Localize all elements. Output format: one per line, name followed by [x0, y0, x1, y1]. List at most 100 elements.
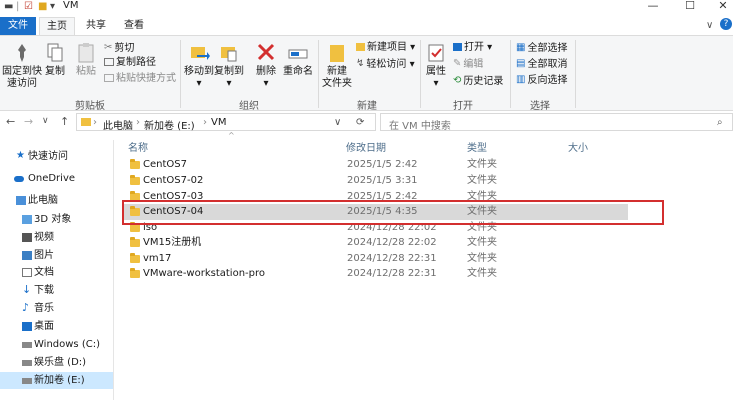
ribbon-divider — [420, 40, 421, 108]
move-to-icon — [191, 47, 210, 60]
copy-to-button[interactable]: 复制到 ▾ — [214, 42, 244, 90]
copy-path-icon — [104, 58, 114, 66]
history-button[interactable]: ⟲ 历史记录 — [453, 74, 503, 88]
delete-icon — [257, 43, 275, 61]
open-button[interactable]: 打开 ▾ — [453, 41, 492, 55]
folder-icon — [130, 175, 140, 185]
search-input[interactable]: 在 VM 中搜索 ⌕ — [380, 113, 733, 132]
nav-item-this-pc[interactable]: 此电脑 — [0, 192, 114, 209]
navigation-pane: ★ 快速访问 OneDrive 此电脑 3D 对象 视频 图片 文档 ↓ 下载 … — [0, 140, 114, 400]
tab-file[interactable]: 文件 — [0, 17, 36, 35]
nav-item-quick-access[interactable]: ★ 快速访问 — [0, 148, 114, 165]
file-type: 文件夹 — [467, 268, 497, 279]
nav-item-drive-c[interactable]: Windows (C:) — [0, 336, 114, 353]
document-icon — [22, 268, 32, 277]
paste-shortcut-button[interactable]: 粘贴快捷方式 — [104, 72, 176, 86]
nav-item-drive-e[interactable]: 新加卷 (E:) — [0, 372, 114, 389]
nav-item-downloads[interactable]: ↓ 下载 — [0, 282, 114, 299]
ribbon-tabs: 文件 主页 共享 查看 ∨ ? — [0, 17, 733, 35]
nav-item-music[interactable]: ♪ 音乐 — [0, 300, 114, 317]
edit-button[interactable]: ✎ 编辑 — [453, 57, 483, 71]
pin-quick-access-button[interactable]: 固定到快 速访问 — [2, 42, 42, 90]
copy-path-button[interactable]: 复制路径 — [104, 56, 156, 70]
rename-button[interactable]: 重命名 — [283, 42, 313, 78]
breadcrumb-drive-e[interactable]: 新加卷 (E:) — [144, 117, 195, 132]
annotation-highlight-box — [122, 200, 664, 225]
file-name: vm17 — [143, 253, 172, 264]
file-row[interactable]: VM15注册机 2024/12/28 22:02 文件夹 — [124, 235, 628, 251]
nav-item-documents[interactable]: 文档 — [0, 264, 114, 281]
new-folder-button[interactable]: 新建 文件夹 — [322, 42, 352, 90]
new-folder-quick-icon[interactable]: ■ — [38, 1, 47, 12]
pin-icon — [18, 44, 26, 62]
recent-locations-icon[interactable]: ∨ — [42, 116, 49, 126]
properties-quick-icon[interactable]: ☑ — [24, 1, 33, 12]
refresh-icon[interactable]: ⟳ — [356, 117, 364, 128]
column-header-size[interactable]: 大小 — [568, 139, 588, 154]
file-name: CentOS7-02 — [143, 175, 204, 186]
nav-item-desktop[interactable]: 桌面 — [0, 318, 114, 335]
up-button[interactable]: ↑ — [60, 115, 69, 128]
breadcrumb-separator: › — [203, 117, 207, 128]
nav-item-videos[interactable]: 视频 — [0, 229, 114, 246]
history-icon: ⟲ — [453, 75, 462, 86]
title-bar: ▬ | ☑ ■ ▾ VM — ☐ ✕ — [0, 0, 733, 14]
column-header-type[interactable]: 类型 — [467, 139, 487, 154]
breadcrumb-separator: › — [136, 117, 140, 128]
video-icon — [22, 233, 32, 242]
column-header-name[interactable]: 名称 — [128, 139, 148, 154]
tab-share[interactable]: 共享 — [78, 17, 114, 35]
select-all-button[interactable]: ▦ 全部选择 — [516, 41, 567, 55]
folder-icon — [130, 159, 140, 169]
file-row[interactable]: CentOS7-02 2025/1/5 3:31 文件夹 — [124, 173, 628, 189]
desktop-icon — [22, 322, 32, 331]
column-headers: ^ 名称 修改日期 类型 大小 — [120, 131, 733, 154]
move-to-button[interactable]: 移动到 ▾ — [184, 42, 214, 90]
delete-button[interactable]: 删除 ▾ — [254, 42, 278, 90]
invert-selection-button[interactable]: ▥ 反向选择 — [516, 73, 567, 87]
file-type: 文件夹 — [467, 237, 497, 248]
new-item-button[interactable]: 新建项目 ▾ — [356, 41, 415, 55]
select-none-icon: ▤ — [516, 58, 526, 69]
collapse-ribbon-icon[interactable]: ∨ — [706, 20, 713, 31]
column-header-date[interactable]: 修改日期 — [346, 139, 386, 154]
file-date: 2024/12/28 22:02 — [347, 237, 437, 248]
file-row[interactable]: vm17 2024/12/28 22:31 文件夹 — [124, 251, 628, 267]
folder-icon — [130, 222, 140, 232]
select-none-button[interactable]: ▤ 全部取消 — [516, 57, 567, 71]
paste-button[interactable]: 粘贴 — [74, 42, 98, 78]
cut-button[interactable]: ✂ 剪切 — [104, 41, 134, 55]
new-group-label: 新建 — [357, 101, 377, 112]
navigation-pane-divider[interactable] — [113, 140, 114, 400]
copy-icon — [47, 43, 63, 62]
nav-item-3d-objects[interactable]: 3D 对象 — [0, 211, 114, 228]
help-icon[interactable]: ? — [720, 18, 732, 30]
file-row[interactable]: VMware-workstation-pro 2024/12/28 22:31 … — [124, 266, 628, 282]
minimize-button[interactable]: — — [633, 0, 673, 14]
ribbon-divider — [180, 40, 181, 108]
nav-item-onedrive[interactable]: OneDrive — [0, 170, 114, 187]
cube-icon — [22, 215, 32, 224]
nav-item-drive-d[interactable]: 娱乐盘 (D:) — [0, 354, 114, 371]
folder-icon — [81, 118, 91, 126]
customize-quick-access-icon[interactable]: ▾ — [50, 1, 55, 12]
tab-view[interactable]: 查看 — [116, 17, 152, 35]
forward-button[interactable]: → — [24, 115, 33, 128]
clipboard-group-label: 剪贴板 — [75, 101, 105, 112]
address-row: ← → ∨ ↑ › 此电脑 › 新加卷 (E:) › VM ∨ ⟳ 在 VM 中… — [0, 111, 733, 133]
select-group-label: 选择 — [530, 101, 550, 112]
search-icon: ⌕ — [717, 117, 723, 128]
nav-item-pictures[interactable]: 图片 — [0, 247, 114, 264]
tab-home[interactable]: 主页 — [39, 17, 75, 35]
star-icon: ★ — [16, 150, 25, 161]
address-bar[interactable]: › 此电脑 › 新加卷 (E:) › VM ∨ ⟳ — [76, 113, 376, 132]
back-button[interactable]: ← — [6, 115, 15, 128]
properties-button[interactable]: 属性 ▾ — [424, 42, 448, 90]
breadcrumb-this-pc[interactable]: 此电脑 — [103, 117, 133, 132]
easy-access-button[interactable]: ↯ 轻松访问 ▾ — [356, 57, 415, 71]
close-button[interactable]: ✕ — [703, 0, 733, 14]
file-row[interactable]: CentOS7 2025/1/5 2:42 文件夹 — [124, 157, 628, 173]
copy-button[interactable]: 复制 — [44, 42, 66, 78]
address-dropdown-icon[interactable]: ∨ — [334, 117, 341, 128]
breadcrumb-vm[interactable]: VM — [211, 117, 226, 128]
